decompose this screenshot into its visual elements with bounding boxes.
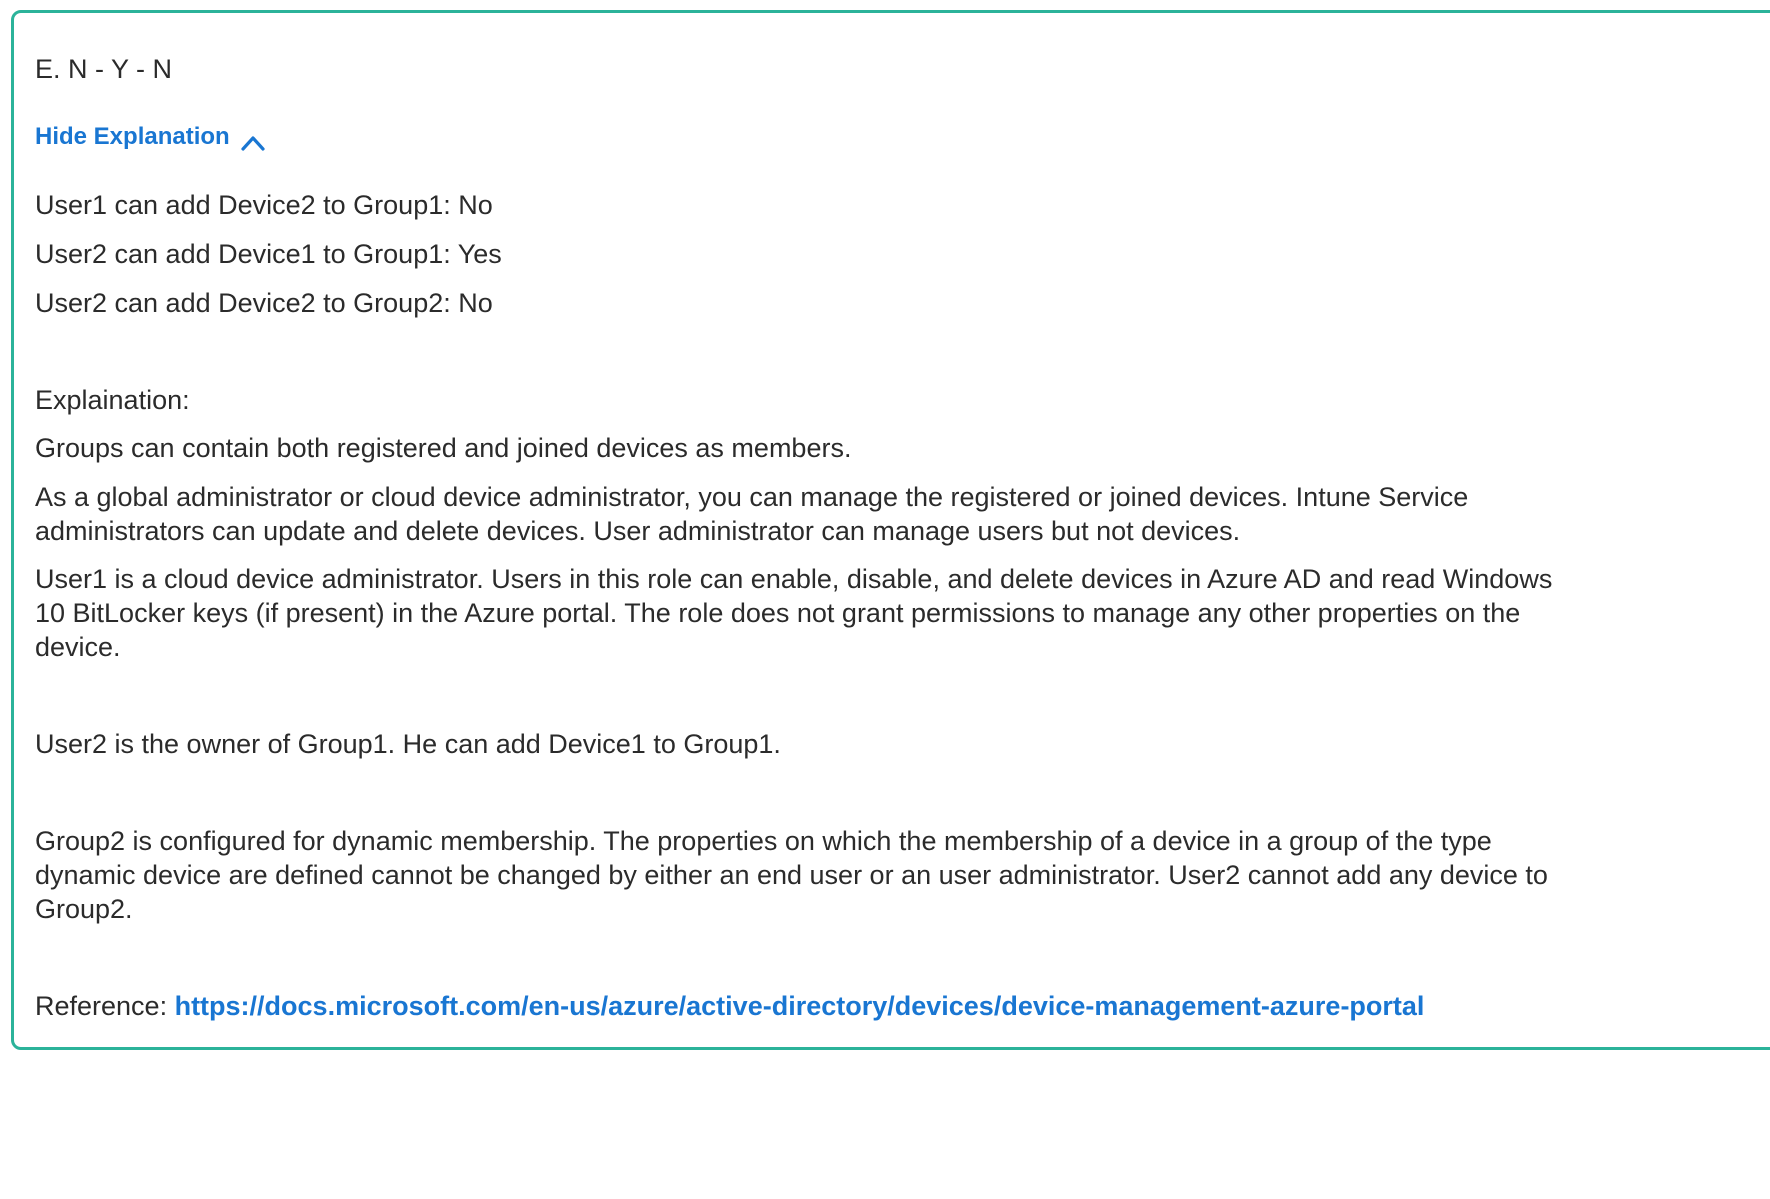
explanation-paragraph: User1 is a cloud device administrator. U… bbox=[35, 564, 1553, 662]
reference-label: Reference: bbox=[35, 991, 175, 1021]
result-line-2: User2 can add Device1 to Group1: Yes bbox=[35, 239, 502, 269]
reference-line: Reference: https://docs.microsoft.com/en… bbox=[35, 989, 1424, 1023]
explanation-heading: Explaination: bbox=[35, 385, 190, 415]
chevron-up-icon[interactable] bbox=[240, 128, 266, 151]
result-line-3: User2 can add Device2 to Group2: No bbox=[35, 288, 493, 318]
answer-text: E. N - Y - N bbox=[35, 54, 173, 84]
explanation-paragraph: As a global administrator or cloud devic… bbox=[35, 482, 1469, 546]
hide-explanation-label[interactable]: Hide Explanation bbox=[35, 120, 230, 154]
explanation-card: E. N - Y - N Hide Explanation User1 can … bbox=[11, 10, 1770, 1050]
reference-link[interactable]: https://docs.microsoft.com/en-us/azure/a… bbox=[175, 991, 1425, 1021]
explanation-paragraph: Groups can contain both registered and j… bbox=[35, 433, 852, 463]
hide-explanation-toggle[interactable]: Hide Explanation bbox=[35, 120, 266, 154]
explanation-paragraph: User2 is the owner of Group1. He can add… bbox=[35, 729, 781, 759]
explanation-paragraph: Group2 is configured for dynamic members… bbox=[35, 826, 1548, 924]
result-line-1: User1 can add Device2 to Group1: No bbox=[35, 190, 493, 220]
